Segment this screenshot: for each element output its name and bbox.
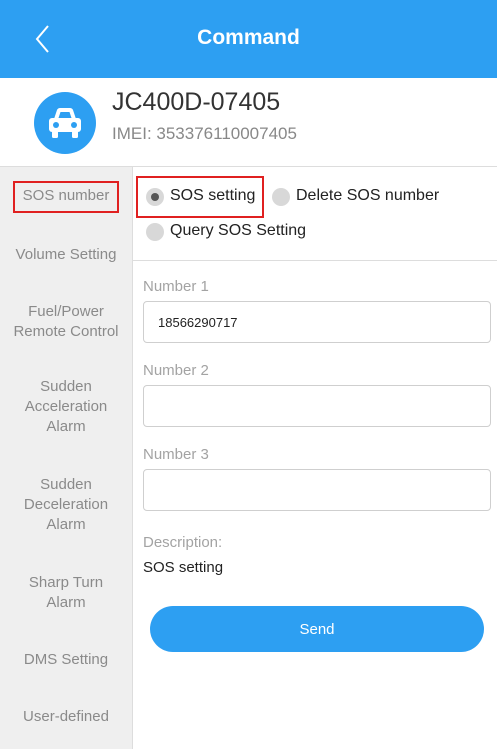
number1-label: Number 1 — [143, 278, 209, 295]
radio-checked-icon[interactable] — [146, 188, 164, 206]
sidebar-item-sudden-deceleration[interactable]: Sudden Deceleration Alarm — [0, 475, 132, 535]
number3-label: Number 3 — [143, 446, 209, 463]
radio-unchecked-icon[interactable] — [272, 188, 290, 206]
page-title: Command — [197, 26, 300, 49]
sidebar-item-fuel-power[interactable]: Fuel/Power Remote Control — [0, 302, 132, 342]
sidebar-item-sharp-turn[interactable]: Sharp Turn Alarm — [0, 573, 132, 613]
app-header: Command — [0, 0, 497, 78]
device-imei: IMEI: 353376110007405 — [112, 124, 297, 143]
number2-input[interactable] — [143, 385, 491, 427]
sidebar-item-volume-setting[interactable]: Volume Setting — [0, 245, 132, 265]
command-sidebar: SOS number Volume Setting Fuel/Power Rem… — [0, 167, 133, 749]
car-icon — [49, 108, 81, 138]
sos-number-highlight — [13, 181, 119, 213]
device-info: JC400D-07405 IMEI: 353376110007405 — [0, 78, 497, 167]
radio-delete-sos-label: Delete SOS number — [296, 187, 440, 204]
radio-sos-setting-label: SOS setting — [170, 187, 256, 204]
options-divider — [133, 260, 497, 261]
description-label: Description: — [143, 534, 223, 551]
description-text: SOS setting — [143, 559, 224, 576]
number1-input[interactable] — [143, 301, 491, 343]
sidebar-item-sudden-acceleration[interactable]: Sudden Acceleration Alarm — [0, 377, 132, 437]
sidebar-item-dms-setting[interactable]: DMS Setting — [0, 650, 132, 670]
radio-unchecked-icon[interactable] — [146, 223, 164, 241]
device-name: JC400D-07405 — [112, 88, 281, 116]
device-avatar — [34, 92, 96, 154]
send-button[interactable]: Send — [150, 606, 484, 652]
radio-query-sos-label: Query SOS Setting — [170, 222, 307, 239]
number3-input[interactable] — [143, 469, 491, 511]
number2-label: Number 2 — [143, 362, 209, 379]
sidebar-item-user-defined[interactable]: User-defined — [0, 707, 132, 727]
